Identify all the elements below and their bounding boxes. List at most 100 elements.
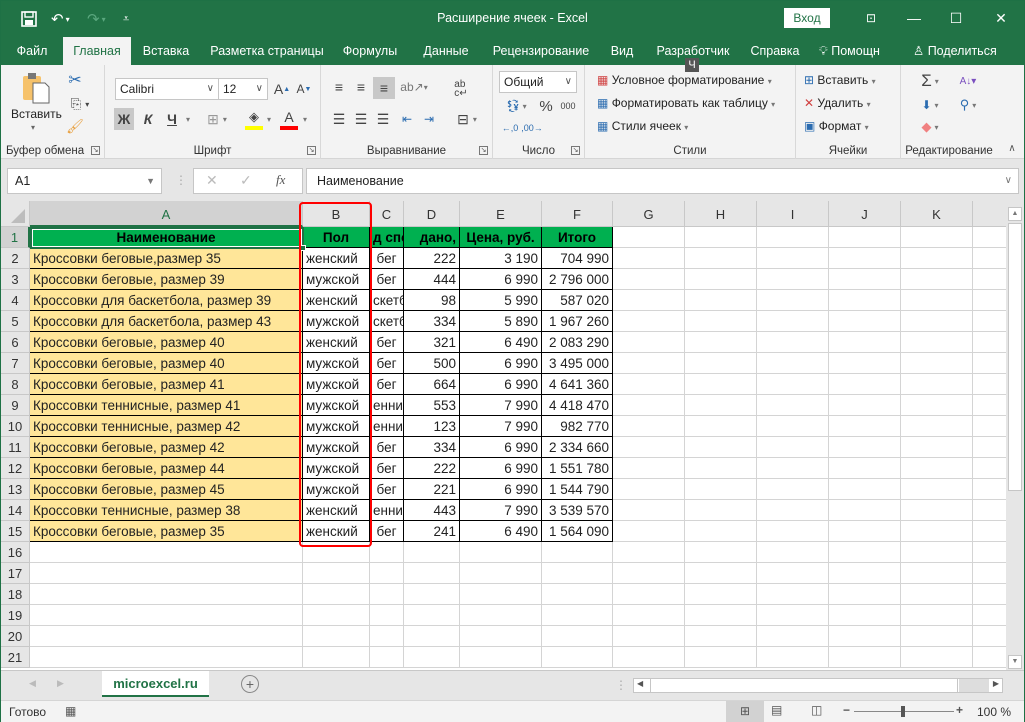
zoom-in-icon[interactable]: +	[956, 703, 963, 717]
table-cell[interactable]: 1 544 790	[542, 479, 613, 500]
cell[interactable]	[829, 269, 901, 290]
cell[interactable]	[901, 458, 973, 479]
cell[interactable]	[829, 416, 901, 437]
table-cell[interactable]: Кроссовки беговые, размер 44	[30, 458, 303, 479]
cell[interactable]	[973, 374, 1006, 395]
clear-icon[interactable]: ◆ ▾	[915, 117, 945, 137]
percent-button[interactable]: %	[537, 97, 555, 115]
table-cell[interactable]: 4 641 360	[542, 374, 613, 395]
orientation-icon[interactable]: ab↗ ▾	[399, 77, 429, 97]
cell[interactable]	[829, 437, 901, 458]
table-cell[interactable]: бег	[370, 479, 404, 500]
cell[interactable]	[973, 647, 1006, 668]
column-header-c[interactable]: C	[370, 201, 404, 227]
font-launcher-icon[interactable]: ↘	[307, 146, 316, 155]
cell[interactable]	[370, 626, 404, 647]
table-cell[interactable]: 2 083 290	[542, 332, 613, 353]
cell[interactable]	[757, 437, 829, 458]
cell[interactable]	[973, 332, 1006, 353]
cell[interactable]	[460, 647, 542, 668]
row-header-9[interactable]: 9	[1, 395, 30, 416]
cell[interactable]	[901, 311, 973, 332]
cell[interactable]	[303, 647, 370, 668]
table-cell[interactable]: 6 490	[460, 332, 542, 353]
column-header-j[interactable]: J	[829, 201, 901, 227]
conditional-formatting-button[interactable]: ▦ Условное форматирование ▾	[597, 73, 772, 87]
cell[interactable]	[757, 458, 829, 479]
table-cell[interactable]: бег	[370, 458, 404, 479]
cell[interactable]	[757, 332, 829, 353]
cell[interactable]	[901, 521, 973, 542]
row-header-15[interactable]: 15	[1, 521, 30, 542]
cell[interactable]	[757, 248, 829, 269]
table-cell[interactable]: 222	[404, 248, 460, 269]
cell[interactable]	[973, 458, 1006, 479]
cell[interactable]	[901, 416, 973, 437]
vertical-scrollbar[interactable]: ▲ ▼	[1006, 201, 1024, 670]
paste-icon[interactable]	[19, 71, 53, 105]
table-cell[interactable]: бег	[370, 437, 404, 458]
table-cell[interactable]: 7 990	[460, 416, 542, 437]
cell[interactable]	[460, 626, 542, 647]
scroll-right-icon[interactable]: ▶	[993, 679, 999, 688]
table-cell[interactable]: 7 990	[460, 395, 542, 416]
cell[interactable]	[901, 332, 973, 353]
table-cell[interactable]: 222	[404, 458, 460, 479]
row-header-12[interactable]: 12	[1, 458, 30, 479]
cell[interactable]	[613, 248, 685, 269]
table-cell[interactable]: 6 990	[460, 437, 542, 458]
cell[interactable]	[613, 458, 685, 479]
row-header-17[interactable]: 17	[1, 563, 30, 584]
vertical-scroll-thumb[interactable]	[1008, 223, 1022, 491]
align-bottom-icon[interactable]: ≡	[373, 77, 395, 99]
cell[interactable]	[901, 500, 973, 521]
cell[interactable]	[973, 290, 1006, 311]
cell[interactable]	[829, 647, 901, 668]
table-cell[interactable]: 6 990	[460, 374, 542, 395]
table-cell[interactable]: 553	[404, 395, 460, 416]
table-cell[interactable]: 221	[404, 479, 460, 500]
tab-insert[interactable]: Вставка	[137, 37, 195, 65]
cell[interactable]	[685, 227, 757, 248]
table-cell[interactable]: 1 967 260	[542, 311, 613, 332]
cell[interactable]	[685, 269, 757, 290]
underline-dropdown-icon[interactable]: ▾	[183, 108, 193, 130]
row-header-16[interactable]: 16	[1, 542, 30, 563]
cell[interactable]	[973, 227, 1006, 248]
cell[interactable]	[901, 395, 973, 416]
table-cell[interactable]: Кроссовки беговые,размер 35	[30, 248, 303, 269]
table-cell[interactable]: 6 490	[460, 521, 542, 542]
increase-font-icon[interactable]: A ▲	[273, 79, 291, 99]
table-cell[interactable]: 98	[404, 290, 460, 311]
tab-formulas[interactable]: Формулы	[337, 37, 403, 65]
fill-icon[interactable]: ⬇ ▾	[915, 95, 945, 115]
cell[interactable]	[757, 269, 829, 290]
zoom-slider-thumb[interactable]	[901, 706, 905, 717]
table-cell[interactable]: 3 495 000	[542, 353, 613, 374]
cell[interactable]	[685, 395, 757, 416]
increase-indent-icon[interactable]: ⇥	[419, 109, 439, 129]
cell[interactable]	[829, 458, 901, 479]
cell[interactable]	[685, 332, 757, 353]
cell[interactable]	[973, 563, 1006, 584]
cell[interactable]	[973, 500, 1006, 521]
tab-splitter-icon[interactable]: ⋮	[615, 678, 627, 692]
increase-decimal-icon[interactable]: ←,0	[501, 119, 519, 137]
cell[interactable]	[757, 374, 829, 395]
cell[interactable]	[613, 647, 685, 668]
cell[interactable]	[901, 542, 973, 563]
cell[interactable]	[542, 605, 613, 626]
cell[interactable]	[757, 584, 829, 605]
table-cell[interactable]: бег	[370, 248, 404, 269]
font-color-icon[interactable]: A	[280, 108, 298, 130]
table-cell[interactable]: 4 418 470	[542, 395, 613, 416]
cell[interactable]	[460, 605, 542, 626]
cell[interactable]	[973, 353, 1006, 374]
row-header-1[interactable]: 1	[1, 227, 30, 248]
cell[interactable]	[973, 416, 1006, 437]
cell[interactable]	[613, 269, 685, 290]
table-cell[interactable]: 123	[404, 416, 460, 437]
page-layout-view-icon[interactable]: ▤	[771, 703, 782, 717]
tab-page-layout[interactable]: Разметка страницы	[205, 37, 329, 65]
cell[interactable]	[973, 395, 1006, 416]
